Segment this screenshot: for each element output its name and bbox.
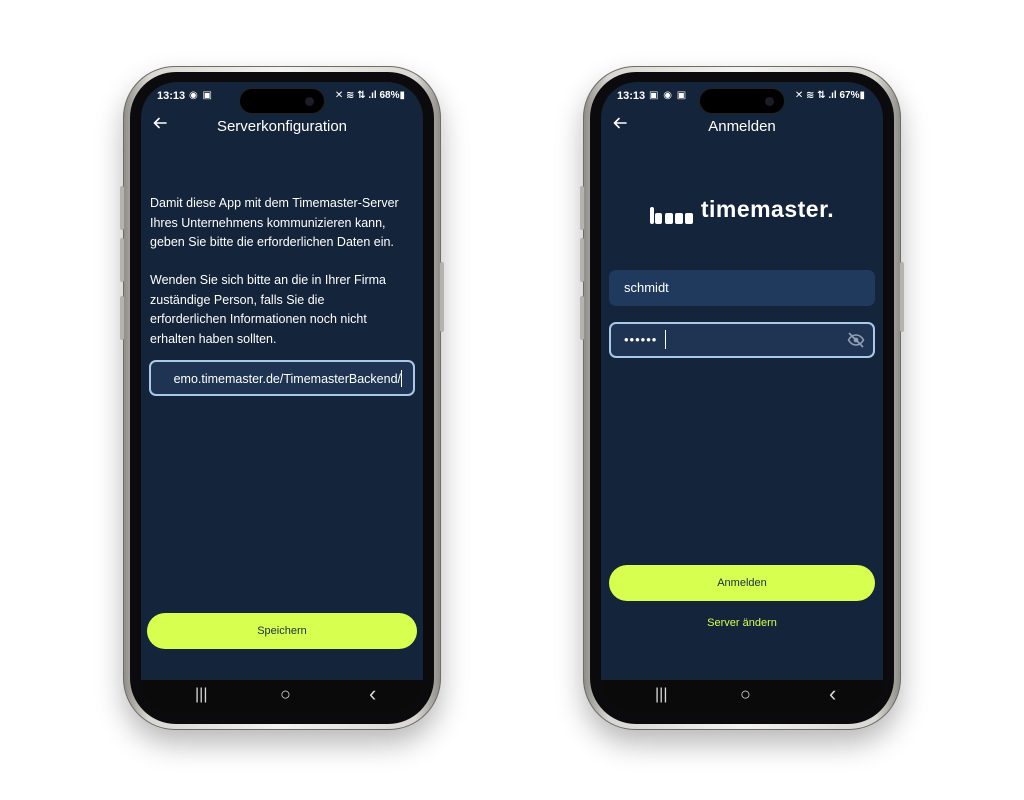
phone-frame-left: 13:13 ◉ ▣ ✕ ≋ ⇅ .ıl 68%▮ Serverkonfigura… bbox=[120, 66, 444, 730]
volume-down-button bbox=[580, 238, 584, 282]
status-time: 13:13 bbox=[157, 90, 186, 102]
bixby-button bbox=[580, 296, 584, 340]
login-button[interactable]: Anmelden bbox=[609, 565, 875, 601]
username-value: schmidt bbox=[624, 280, 669, 295]
camera-lens bbox=[305, 97, 314, 106]
server-url-value: emo.timemaster.de/TimemasterBackend/ bbox=[173, 372, 401, 386]
home-icon[interactable]: ○ bbox=[740, 684, 751, 705]
text-cursor bbox=[401, 370, 402, 387]
logo-mark-icon bbox=[649, 197, 693, 225]
system-icons: ✕ ≋ ⇅ .ıl 68%▮ bbox=[334, 90, 405, 101]
back-nav-icon[interactable]: ‹ bbox=[829, 681, 836, 707]
back-nav-icon[interactable]: ‹ bbox=[369, 681, 376, 707]
android-nav-bar: ||| ○ ‹ bbox=[141, 680, 423, 712]
mockup-stage: 13:13 ◉ ▣ ✕ ≋ ⇅ .ıl 68%▮ Serverkonfigura… bbox=[0, 0, 1024, 800]
system-icons: ✕ ≋ ⇅ .ıl 67%▮ bbox=[794, 90, 865, 101]
volume-down-button bbox=[120, 238, 124, 282]
change-server-link[interactable]: Server ändern bbox=[601, 617, 883, 629]
bixby-button bbox=[120, 296, 124, 340]
contact-line: erforderlichen Informationen noch nicht bbox=[150, 312, 367, 326]
camera-island bbox=[699, 88, 785, 114]
username-input[interactable]: schmidt bbox=[609, 270, 875, 306]
contact-line: erhalten haben sollten. bbox=[150, 331, 277, 346]
recents-icon[interactable]: ||| bbox=[655, 686, 667, 704]
intro-line: Damit diese App mit dem Timemaster-Serve… bbox=[150, 196, 399, 210]
page-title: Serverkonfiguration bbox=[216, 118, 348, 135]
volume-up-button bbox=[580, 186, 584, 230]
save-button[interactable]: Speichern bbox=[147, 613, 417, 649]
camera-lens bbox=[765, 97, 774, 106]
power-button bbox=[440, 262, 444, 332]
password-value: •••••• bbox=[624, 332, 658, 347]
bezel: 13:13 ▣ ◉ ▣ ✕ ≋ ⇅ .ıl 67%▮ Anmelden time… bbox=[590, 72, 894, 724]
app-bar: Serverkonfiguration bbox=[141, 116, 423, 140]
intro-paragraph: Damit diese App mit dem Timemaster-Serve… bbox=[150, 194, 415, 253]
android-nav-bar: ||| ○ ‹ bbox=[601, 680, 883, 712]
screen-login: 13:13 ▣ ◉ ▣ ✕ ≋ ⇅ .ıl 67%▮ Anmelden time… bbox=[601, 82, 883, 688]
camera-island bbox=[239, 88, 325, 114]
status-time: 13:13 bbox=[617, 90, 646, 102]
contact-line: zuständige Person, falls Sie die bbox=[150, 292, 325, 307]
contact-paragraph: Wenden Sie sich bitte an die in Ihrer Fi… bbox=[150, 271, 415, 349]
home-icon[interactable]: ○ bbox=[280, 684, 291, 705]
notification-icons: ▣ ◉ ▣ bbox=[649, 90, 688, 101]
app-bar: Anmelden bbox=[601, 116, 883, 140]
password-input[interactable]: •••••• bbox=[609, 322, 875, 358]
notification-icons: ◉ ▣ bbox=[189, 90, 213, 101]
recents-icon[interactable]: ||| bbox=[195, 686, 207, 704]
logo-wordmark: timemaster. bbox=[700, 196, 835, 222]
bezel: 13:13 ◉ ▣ ✕ ≋ ⇅ .ıl 68%▮ Serverkonfigura… bbox=[130, 72, 434, 724]
eye-off-icon[interactable] bbox=[847, 331, 865, 352]
server-url-input[interactable]: emo.timemaster.de/TimemasterBackend/ bbox=[149, 360, 415, 396]
intro-line: Ihres Unternehmens kommunizieren kann, bbox=[150, 215, 386, 230]
contact-line: Wenden Sie sich bitte an die in Ihrer Fi… bbox=[150, 273, 386, 287]
volume-up-button bbox=[120, 186, 124, 230]
phone-frame-right: 13:13 ▣ ◉ ▣ ✕ ≋ ⇅ .ıl 67%▮ Anmelden time… bbox=[580, 66, 904, 730]
screen-server-config: 13:13 ◉ ▣ ✕ ≋ ⇅ .ıl 68%▮ Serverkonfigura… bbox=[141, 82, 423, 688]
text-cursor bbox=[665, 330, 666, 349]
power-button bbox=[900, 262, 904, 332]
timemaster-logo: timemaster. bbox=[601, 196, 883, 225]
intro-line: geben Sie bitte die erforderlichen Daten… bbox=[150, 235, 394, 249]
page-title: Anmelden bbox=[708, 118, 776, 135]
